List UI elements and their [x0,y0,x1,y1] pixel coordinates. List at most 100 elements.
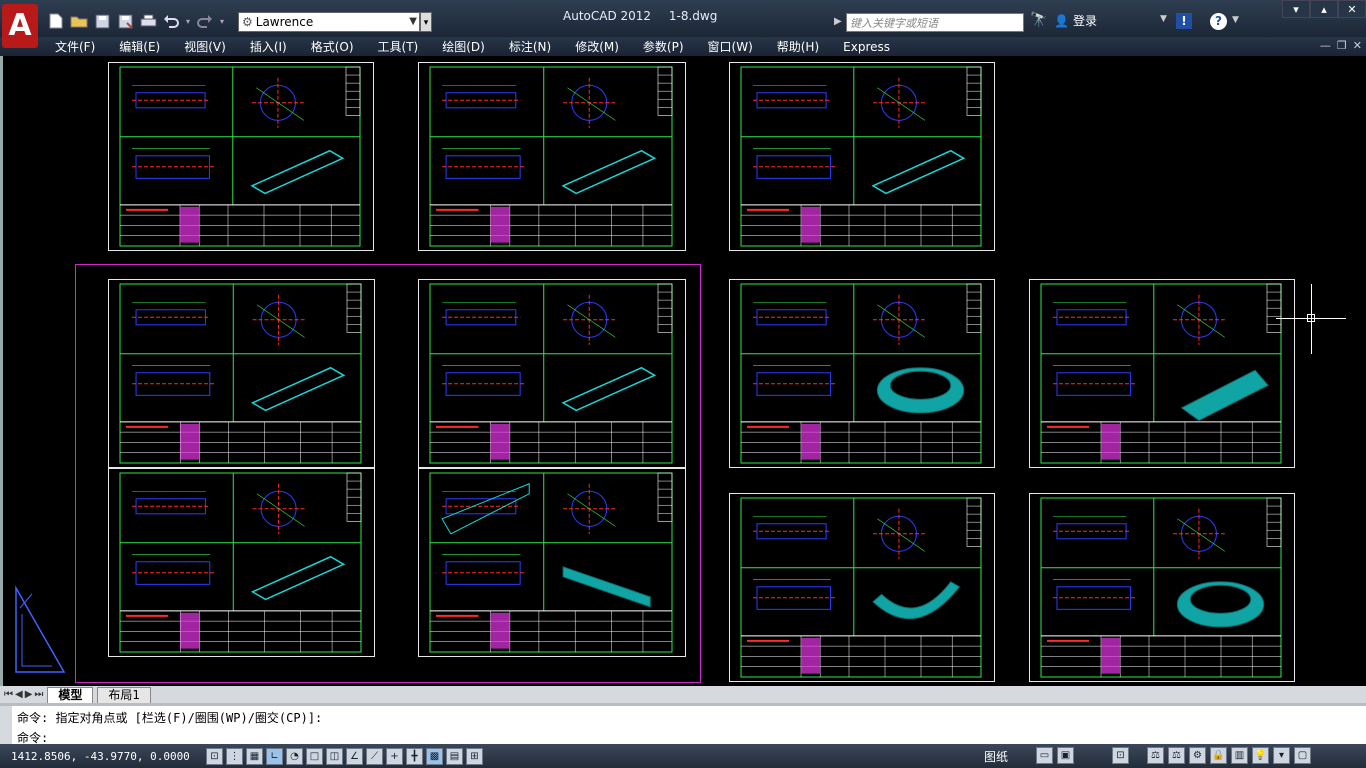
command-history: 命令: 指定对角点或 [栏选(F)/圈围(WP)/圈交(CP)]: [17,711,323,725]
close-button[interactable]: ✕ [1338,0,1366,18]
clean-screen-icon[interactable]: ▢ [1294,747,1311,764]
last-tab-icon[interactable]: ⏭ [34,689,43,700]
prev-tab-icon[interactable]: ◀ [15,689,23,700]
drawing-sheet[interactable] [729,493,995,682]
lineweight-icon[interactable]: ╋ [406,747,423,765]
drafting-toggles: ⊡ ⋮ ▦ ∟ ◔ □ ◫ ∠ ⟋ + ╋ ▩ ▤ ⊞ [206,747,483,765]
drawing-sheet[interactable] [729,279,995,468]
doc-close-button[interactable]: ✕ [1353,39,1362,52]
workspace-dropdown[interactable]: ⚙ Lawrence ▼ [238,12,420,32]
menu-file[interactable]: 文件(F) [43,38,107,55]
window-controls: ▾ ▴ ✕ [1282,0,1366,18]
tab-navigation: ⏮ ◀ ▶ ⏭ [4,689,43,700]
ducs-icon[interactable]: ⟋ [366,747,383,765]
qa-customize-button[interactable]: ▾ [420,12,432,32]
selection-cycling-icon[interactable]: ⊞ [466,747,483,765]
drawing-sheet[interactable] [1029,279,1295,468]
quick-access-toolbar: ▾ ▾ [46,10,226,32]
quick-view-layouts-icon[interactable]: ▭ [1036,747,1053,764]
quick-properties-icon[interactable]: ▤ [446,747,463,765]
exchange-icon[interactable]: ! [1176,13,1192,29]
workspace-switch-icon[interactable]: ⚙ [1189,747,1206,764]
next-tab-icon[interactable]: ▶ [25,689,33,700]
search-input[interactable]: 键入关键字或短语 [846,13,1024,32]
workspace-value: Lawrence [255,15,314,29]
grid-icon[interactable]: ▦ [246,747,263,765]
3dosnap-icon[interactable]: ◫ [326,747,343,765]
snap-icon[interactable]: ⋮ [226,747,243,765]
drawing-sheet[interactable] [108,62,374,251]
command-line[interactable]: 命令: 指定对角点或 [栏选(F)/圈围(WP)/圈交(CP)]: 命令: [0,703,1366,745]
menu-parametric[interactable]: 参数(P) [631,38,696,55]
redo-icon[interactable] [195,11,215,31]
coordinate-readout[interactable]: 1412.8506, -43.9770, 0.0000 [11,750,206,763]
undo-dropdown-icon[interactable]: ▾ [184,11,192,31]
status-right-tools: ▭ ▣ ⊡ ⚖ ⚖ ⚙ 🔒 ▥ 💡 ▾ ▢ [1036,747,1311,764]
ortho-icon[interactable]: ∟ [266,747,283,765]
help-dropdown-icon[interactable]: ▼ [1232,15,1239,25]
maximize-viewport-icon[interactable]: ⊡ [1112,747,1129,764]
drawing-sheet[interactable] [1029,493,1295,682]
app-title: AutoCAD 2012 [563,9,652,23]
quick-view-drawings-icon[interactable]: ▣ [1057,747,1074,764]
menu-view[interactable]: 视图(V) [172,38,238,55]
chevron-down-icon: ▼ [409,16,417,27]
save-as-icon[interactable] [115,11,135,31]
doc-restore-button[interactable]: ❐ [1337,39,1347,52]
binoculars-icon[interactable]: 🔭 [1030,12,1047,28]
undo-icon[interactable] [161,11,181,31]
hardware-accel-icon[interactable]: ▥ [1231,747,1248,764]
application-menu-button[interactable]: A [2,4,38,48]
first-tab-icon[interactable]: ⏮ [4,689,13,700]
open-icon[interactable] [69,11,89,31]
menu-edit[interactable]: 编辑(E) [107,38,172,55]
menu-dimension[interactable]: 标注(N) [497,38,563,55]
dyn-icon[interactable]: + [386,747,403,765]
drawing-sheet[interactable] [729,62,995,251]
window-title: AutoCAD 2012 1-8.dwg [563,9,731,23]
gear-icon: ⚙ [242,15,253,29]
ucs-icon [15,585,66,673]
menu-format[interactable]: 格式(O) [299,38,366,55]
doc-minimize-button[interactable]: — [1320,39,1331,52]
plot-icon[interactable] [138,11,158,31]
menu-tools[interactable]: 工具(T) [366,38,431,55]
help-icon[interactable]: ? [1210,13,1227,30]
user-icon: 👤 [1054,13,1069,28]
menu-window[interactable]: 窗口(W) [696,38,765,55]
paper-space-label[interactable]: 图纸 [984,748,1008,765]
annotation-scale-icon[interactable]: ⚖ [1147,747,1164,764]
command-line-handle[interactable] [0,706,12,744]
menu-express[interactable]: Express [831,40,902,54]
menu-help[interactable]: 帮助(H) [765,38,831,55]
lock-icon[interactable]: 🔒 [1210,747,1227,764]
file-name: 1-8.dwg [668,9,718,23]
drawing-sheet[interactable] [418,62,686,251]
login-label: 登录 [1072,14,1097,28]
status-menu-icon[interactable]: ▾ [1273,747,1290,764]
transparency-icon[interactable]: ▩ [426,747,443,765]
polar-icon[interactable]: ◔ [286,747,303,765]
infer-constraints-icon[interactable]: ⊡ [206,747,223,765]
redo-dropdown-icon[interactable]: ▾ [218,11,226,31]
maximize-button[interactable]: ▴ [1310,0,1338,18]
minimize-button[interactable]: ▾ [1282,0,1310,18]
tab-model[interactable]: 模型 [47,686,94,703]
osnap-icon[interactable]: □ [306,747,323,765]
menu-draw[interactable]: 绘图(D) [430,38,497,55]
login-button[interactable]: 👤 登录 [1054,12,1097,29]
otrack-icon[interactable]: ∠ [346,747,363,765]
selection-window [75,264,701,683]
save-icon[interactable] [92,11,112,31]
document-window-controls: — ❐ ✕ [1320,39,1362,52]
annotation-visibility-icon[interactable]: ⚖ [1168,747,1185,764]
tab-layout1[interactable]: 布局1 [97,686,152,703]
new-icon[interactable] [46,11,66,31]
menu-modify[interactable]: 修改(M) [563,38,631,55]
login-dropdown-icon[interactable]: ▼ [1160,14,1167,24]
isolate-objects-icon[interactable]: 💡 [1252,747,1269,764]
menu-bar: 文件(F) 编辑(E) 视图(V) 插入(I) 格式(O) 工具(T) 绘图(D… [0,37,1366,56]
search-expand-icon[interactable]: ▶ [834,13,846,31]
menu-insert[interactable]: 插入(I) [238,38,299,55]
layout-tab-bar: ⏮ ◀ ▶ ⏭ 模型 布局1 [0,686,1366,703]
